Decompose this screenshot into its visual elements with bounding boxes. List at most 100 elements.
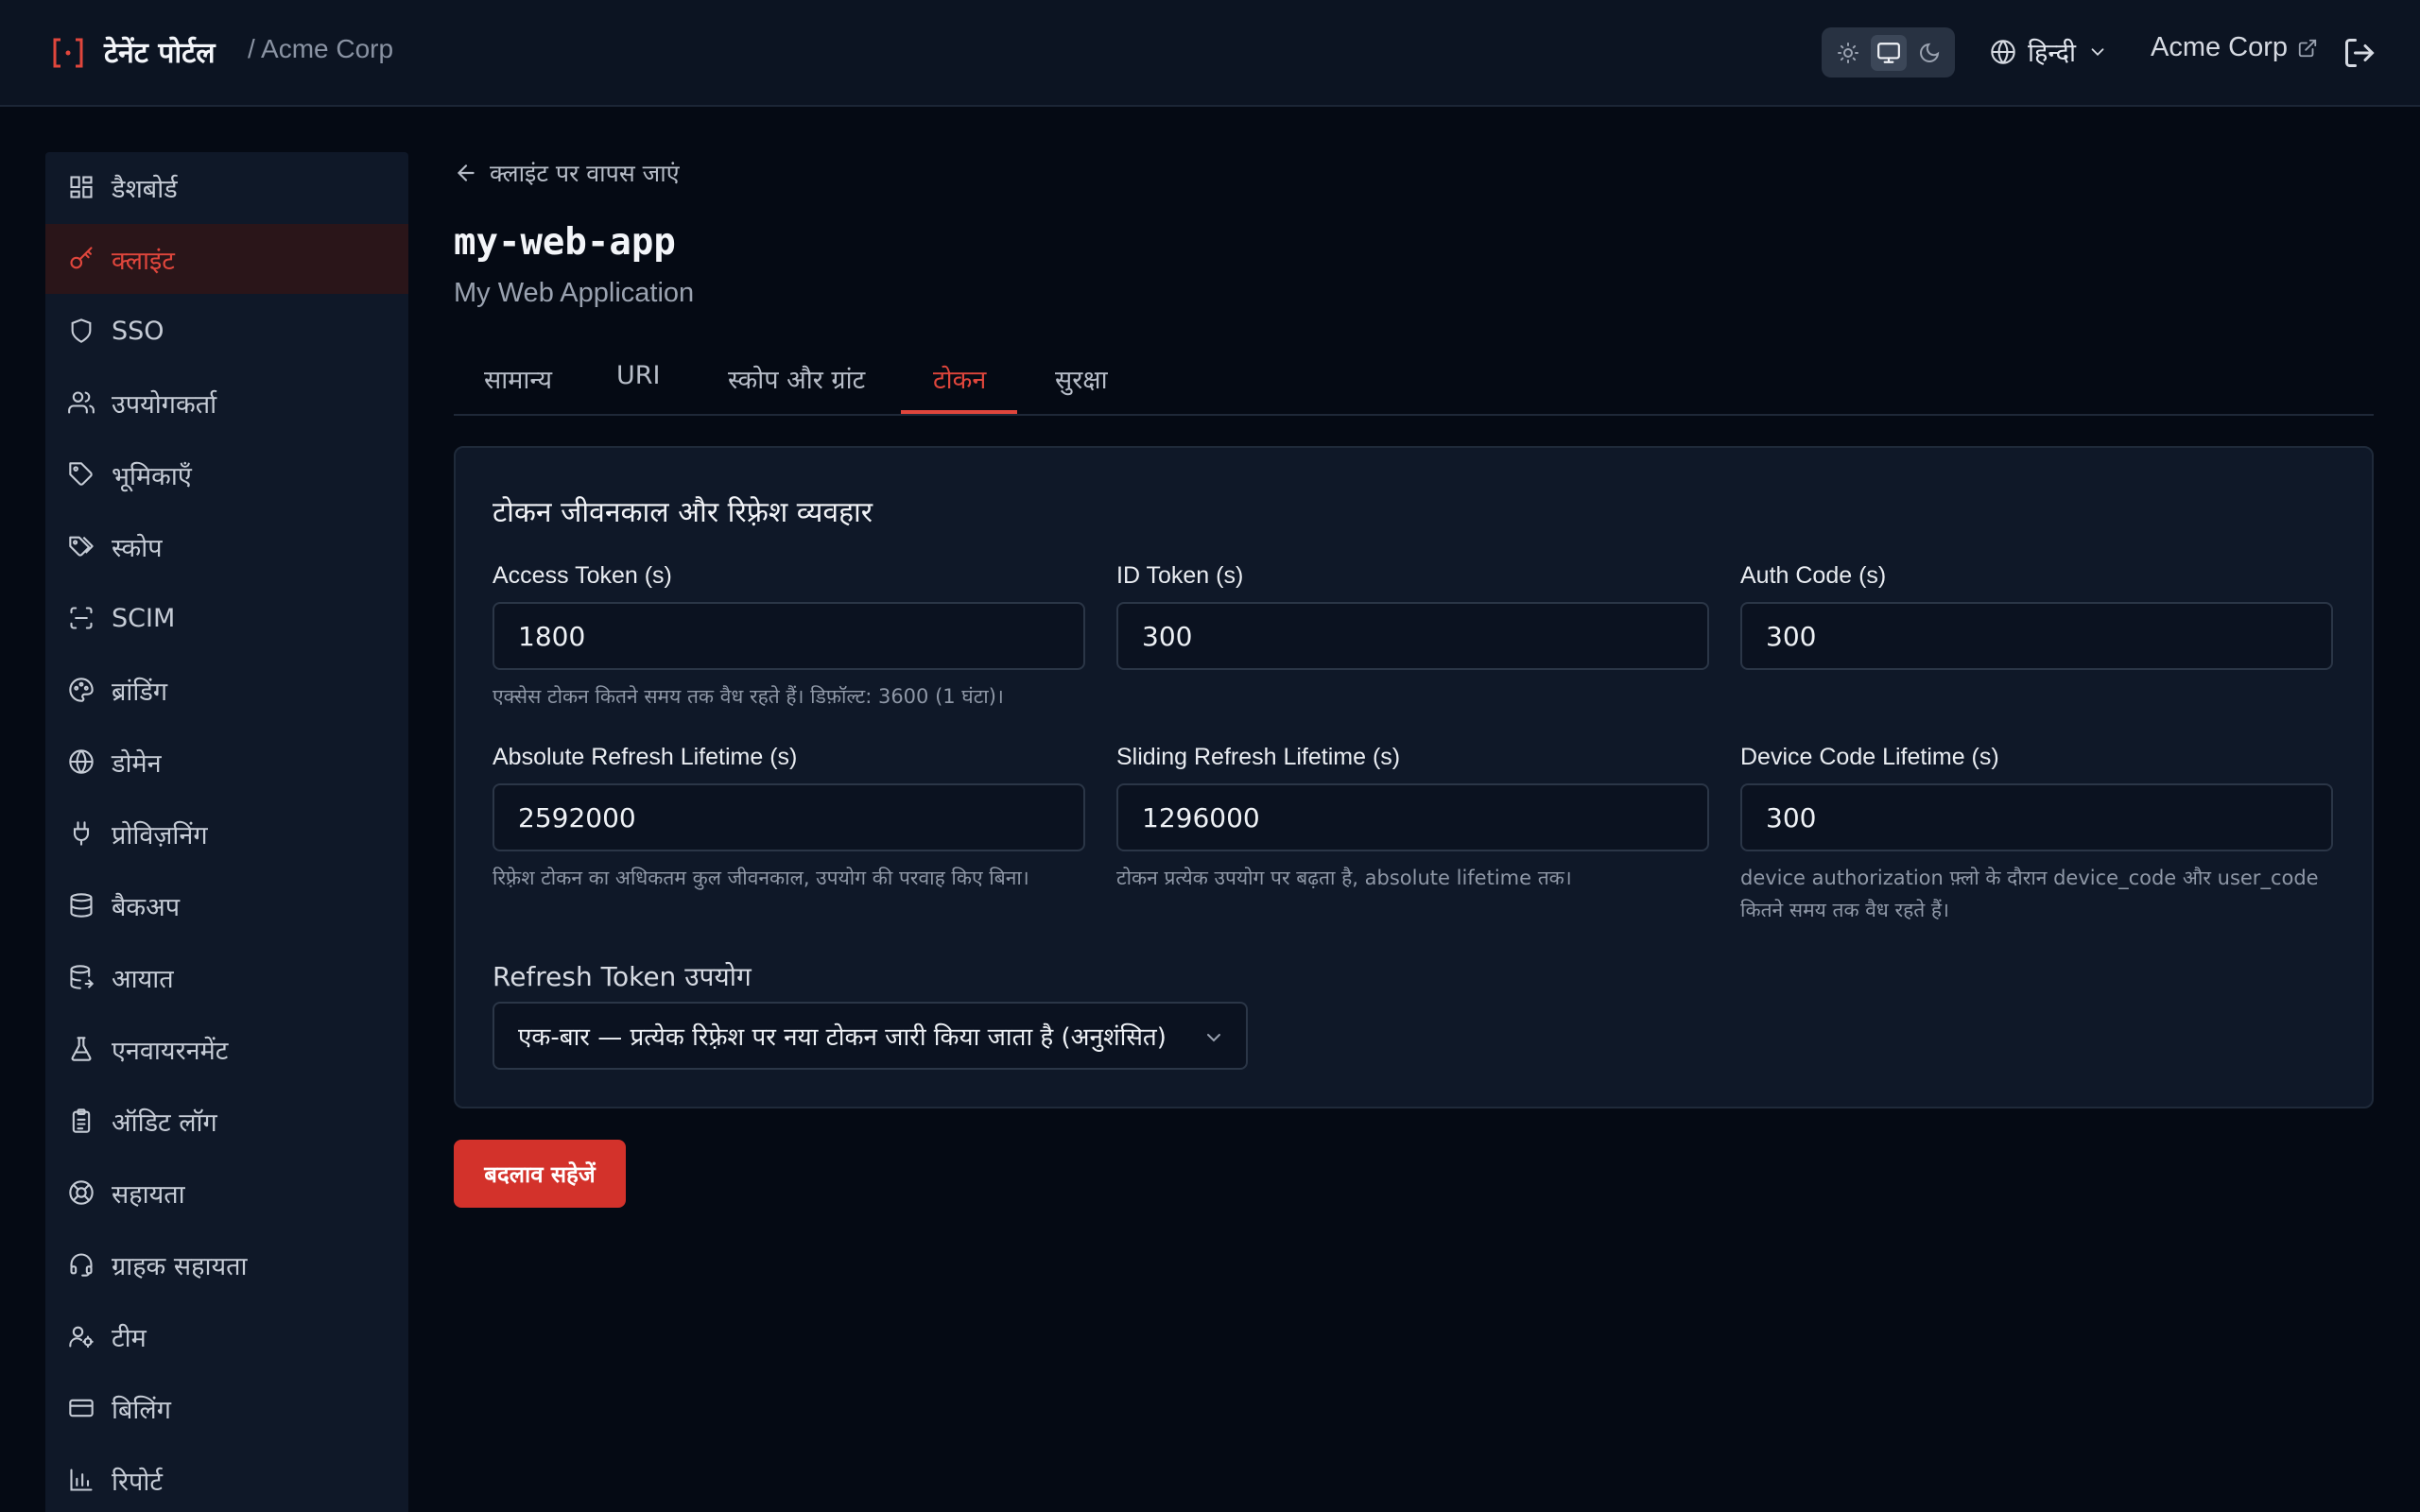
sidebar-item-roles[interactable]: भूमिकाएँ [45,439,408,509]
sidebar-item-branding[interactable]: ब्रांडिंग [45,655,408,725]
active-tab-indicator [901,410,1017,414]
globe-icon [1991,39,2015,64]
lifebuoy-icon [69,1180,94,1205]
refresh-usage-select[interactable]: एक-बार — प्रत्येक रिफ़्रेश पर नया टोकन ज… [493,1002,1248,1070]
sidebar-item-sso[interactable]: SSO [45,296,408,366]
tab-scopes-grants[interactable]: स्कोप और ग्रांट [728,361,865,416]
dashboard-icon [70,176,93,198]
auth-code-label: Auth Code (s) [1740,562,1887,589]
chevron-down-icon [1207,1034,1220,1042]
back-to-clients-link[interactable]: क्लाइंट पर वापस जाएं [454,157,680,189]
sidebar-item-users[interactable]: उपयोगकर्ता [45,368,408,438]
scan-icon [70,607,93,629]
sidebar-item-reports[interactable]: रिपोर्ट [45,1445,408,1512]
theme-dark-button[interactable] [1911,35,1947,71]
sidebar-item-label: एनवायरनमेंट [112,1036,229,1066]
tenant-name: Acme Corp [2151,32,2289,62]
external-link-icon [2298,39,2317,57]
device-code-help-line2: कितने समय तक वैध रहते हैं। [1740,899,1950,921]
users-icon [68,391,95,414]
sidebar-item-help[interactable]: सहायता [45,1158,408,1228]
sidebar-item-label: आयात [112,964,174,994]
arrow-left-icon [457,164,475,181]
headset-icon [70,1253,93,1277]
tab-general[interactable]: सामान्य [484,361,552,416]
sun-icon [1837,42,1858,63]
sidebar-item-label: ऑडिट लॉग [112,1108,217,1138]
card-title: टोकन जीवनकाल और रिफ़्रेश व्यवहार [493,496,873,529]
sidebar-item-label: बिलिंग [112,1395,171,1425]
user-cog-icon [69,1326,94,1349]
access-token-label: Access Token (s) [493,562,672,589]
credit-card-icon [69,1399,94,1418]
tags-icon [69,536,94,557]
auth-code-input[interactable]: 300 [1740,602,2333,670]
sliding-refresh-input[interactable]: 1296000 [1116,783,1709,851]
language-selector[interactable]: हिन्दी [1990,34,2108,69]
sidebar-item-scim[interactable]: SCIM [45,583,408,653]
brand-logo-icon [53,38,83,68]
tab-bar: सामान्य URI स्कोप और ग्रांट टोकन सुरक्षा [454,350,2374,416]
refresh-usage-value: एक-बार — प्रत्येक रिफ़्रेश पर नया टोकन ज… [518,1023,1167,1052]
sidebar: डैशबोर्ड क्लाइंट SSO उपयोगकर्ता भूमिकाएँ… [45,152,408,1512]
save-button[interactable]: बदलाव सहेजें [454,1140,626,1208]
tab-uri[interactable]: URI [616,361,661,416]
clipboard-icon [72,1108,91,1133]
sidebar-item-label: SSO [112,316,164,346]
id-token-input[interactable]: 300 [1116,602,1709,670]
device-code-label: Device Code Lifetime (s) [1740,744,1999,770]
sidebar-item-customer-support[interactable]: ग्राहक सहायता [45,1229,408,1299]
device-code-help-line1: device authorization फ़्लो के दौरान devi… [1740,867,2319,889]
access-token-help: एक्सेस टोकन कितने समय तक वैध रहते हैं। ड… [493,685,1004,708]
chart-icon [70,1469,93,1491]
page-title: my-web-app [454,221,676,264]
sidebar-item-label: ग्राहक सहायता [112,1251,248,1281]
brand-name[interactable]: टेनेंट पोर्टल [104,32,216,71]
theme-system-button[interactable] [1870,34,1907,71]
back-link-label: क्लाइंट पर वापस जाएं [490,160,680,187]
sidebar-item-label: प्रोविज़निंग [112,820,208,850]
palette-icon [69,678,94,702]
tag-icon [69,462,93,486]
sidebar-item-scopes[interactable]: स्कोप [45,511,408,581]
tab-tokens[interactable]: टोकन [933,361,986,416]
sidebar-item-team[interactable]: टीम [45,1301,408,1371]
language-label: हिन्दी [2028,39,2077,68]
breadcrumb: / Acme Corp [248,34,394,63]
globe-icon [69,749,94,774]
sidebar-item-clients[interactable]: क्लाइंट [45,224,408,294]
absolute-refresh-label: Absolute Refresh Lifetime (s) [493,744,798,770]
sidebar-item-label: टीम [112,1323,147,1353]
shield-icon [71,318,92,343]
sidebar-item-label: ब्रांडिंग [112,677,168,707]
sidebar-item-environments[interactable]: एनवायरनमेंट [45,1014,408,1084]
id-token-label: ID Token (s) [1116,562,1244,589]
plug-icon [73,821,90,846]
theme-light-button[interactable] [1830,35,1866,71]
device-code-input[interactable]: 300 [1740,783,2333,851]
sidebar-item-import[interactable]: आयात [45,942,408,1012]
sidebar-item-label: SCIM [112,603,176,633]
access-token-input[interactable]: 1800 [493,602,1085,670]
page-subtitle: My Web Application [454,278,695,308]
sidebar-item-label: सहायता [112,1179,185,1210]
theme-switcher [1822,27,1955,77]
sidebar-item-billing[interactable]: बिलिंग [45,1373,408,1443]
sidebar-item-backup[interactable]: बैकअप [45,870,408,940]
tab-security[interactable]: सुरक्षा [1055,361,1108,416]
database-import-icon [70,965,95,989]
absolute-refresh-help: रिफ़्रेश टोकन का अधिकतम कुल जीवनकाल, उपय… [493,867,1029,889]
sidebar-item-label: डोमेन [112,748,162,779]
sidebar-item-domains[interactable]: डोमेन [45,727,408,797]
database-icon [70,893,93,918]
sidebar-item-label: उपयोगकर्ता [112,389,217,420]
absolute-refresh-input[interactable]: 2592000 [493,783,1085,851]
sidebar-item-label: स्कोप [112,533,163,563]
logout-icon[interactable] [2342,36,2377,70]
tenant-link[interactable]: Acme Corp [2151,32,2318,63]
refresh-usage-label: Refresh Token उपयोग [493,961,752,992]
flask-icon [71,1037,92,1061]
sidebar-item-provisioning[interactable]: प्रोविज़निंग [45,799,408,868]
sidebar-item-audit-log[interactable]: ऑडिट लॉग [45,1086,408,1156]
sidebar-item-dashboard[interactable]: डैशबोर्ड [45,152,408,222]
